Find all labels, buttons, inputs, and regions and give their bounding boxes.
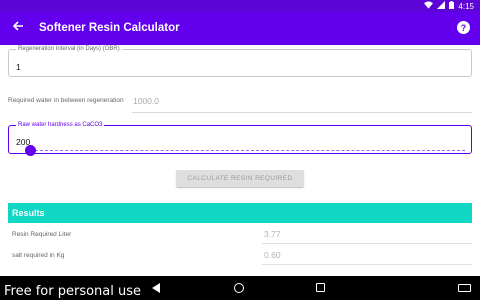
keyboard-icon[interactable] [458, 284, 471, 292]
back-button[interactable] [9, 19, 27, 37]
calculate-resin-button[interactable]: CALCULATE RESIN REQUIRED [176, 170, 304, 187]
text-cursor-handle[interactable] [25, 145, 36, 156]
wifi-icon [424, 1, 434, 11]
required-water-underline [132, 112, 472, 113]
clock: 4:15 [458, 1, 474, 11]
results-header: Results [8, 203, 472, 223]
status-bar: 4:15 [0, 0, 480, 12]
app-bar: Softener Resin Calculator ? [0, 12, 480, 45]
battery-icon [449, 1, 455, 11]
regeneration-interval-field[interactable]: Regeneration Interval (in Days) (OBR) 1 [8, 45, 472, 77]
regeneration-interval-value: 1 [16, 62, 21, 72]
regeneration-interval-label: Regeneration Interval (in Days) (OBR) [16, 45, 122, 53]
raw-water-hardness-label: Raw water hardness as CaCO3 [16, 121, 105, 129]
help-icon: ? [460, 22, 467, 33]
resin-required-underline [262, 243, 472, 244]
nav-back-icon[interactable] [152, 283, 160, 293]
watermark: Free for personal use [4, 284, 142, 299]
app-title: Softener Resin Calculator [39, 22, 180, 34]
salt-required-row: salt required in Kg 0.60 [8, 249, 472, 265]
signal-icon [437, 1, 446, 11]
resin-required-label: Resin Required Liter [12, 231, 72, 238]
main-content: Regeneration Interval (in Days) (OBR) 1 … [0, 45, 480, 276]
nav-home-icon[interactable] [234, 283, 244, 293]
text-cursor-track [30, 150, 465, 151]
salt-required-label: salt required in Kg [12, 252, 65, 259]
resin-required-row: Resin Required Liter 3.77 [8, 228, 472, 244]
help-button[interactable]: ? [457, 21, 470, 34]
required-water-label: Required water in between regeneration [8, 97, 124, 104]
salt-required-value: 0.60 [264, 250, 281, 260]
salt-required-underline [262, 264, 472, 265]
resin-required-value: 3.77 [264, 229, 281, 239]
nav-recents-icon[interactable] [316, 283, 325, 292]
required-water-row: Required water in between regeneration 1… [8, 96, 472, 113]
arrow-left-icon [12, 19, 24, 37]
raw-water-hardness-field[interactable]: Raw water hardness as CaCO3 200 [8, 121, 472, 156]
status-icons: 4:15 [424, 0, 474, 12]
required-water-value: 1000.0 [133, 96, 159, 106]
